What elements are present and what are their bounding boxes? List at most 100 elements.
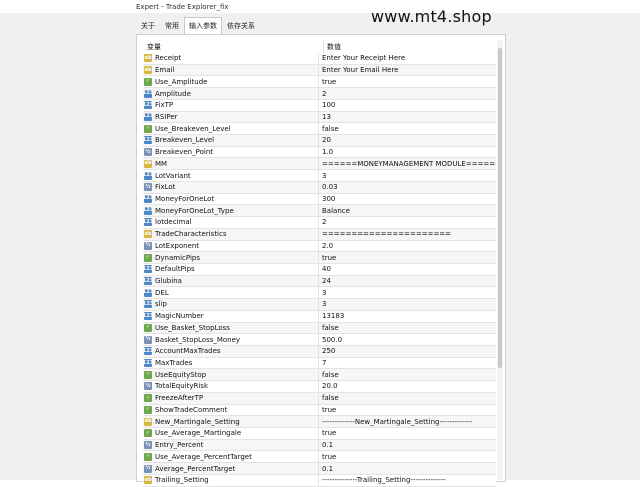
parameter-name: DynamicPips [155,253,200,262]
parameter-value[interactable]: 3 [319,287,496,298]
parameter-value[interactable]: 3 [319,299,496,310]
parameter-name-cell: 123 DefaultPips [143,263,319,275]
table-row[interactable]: 123 MoneyForOneLot 300 [143,193,496,206]
table-row[interactable]: ½ FixLot 0.03 [143,181,496,194]
parameter-value[interactable]: -------------New_Martingale_Setting-----… [319,416,496,427]
table-row[interactable]: ab Trailing_Setting --------------Trailing… [143,474,496,487]
table-row[interactable]: ½ Breakeven_Point 1.0 [143,146,496,159]
parameter-name: Breakeven_Point [155,148,213,157]
table-row[interactable]: ab New_Martingale_Setting -------------New… [143,416,496,428]
table-row[interactable]: ½ TotalEquityRisk 20.0 [143,381,496,393]
table-row[interactable]: ab Email Enter Your Email Here [143,64,496,77]
table-row[interactable]: 123 MaxTrades 7 [143,357,496,370]
parameter-name: UseEquityStop [155,370,207,379]
table-row[interactable]: ab Receipt Enter Your Receipt Here [143,53,496,65]
parameter-name-cell: 123 MoneyForOneLot [143,193,319,205]
table-row[interactable]: 123 MagicNumber 13183 [143,310,496,323]
parameter-value[interactable]: false [319,323,496,334]
parameter-value[interactable]: true [319,405,496,416]
parameter-value[interactable]: 20 [319,135,496,146]
parameter-name: FreezeAfterTP [155,394,204,403]
table-row[interactable]: ✓ Use_Average_Martingale true [143,428,496,440]
parameter-value[interactable]: 1.0 [319,147,496,158]
column-header-variable[interactable]: 变量 [143,40,324,53]
parameter-name-cell: ✓ Use_Amplitude [143,76,319,88]
table-row[interactable]: 123 slip 3 [143,299,496,311]
table-row[interactable]: ab MM ======MONEYMANAGEMENT MODULE====== [143,158,496,171]
table-row[interactable]: ½ Average_PercentTarget 0.1 [143,463,496,475]
parameter-value[interactable]: Enter Your Receipt Here [319,53,496,64]
table-row[interactable]: 123 DefaultPips 40 [143,263,496,276]
parameter-value[interactable]: 40 [319,264,496,275]
parameter-value[interactable]: ======MONEYMANAGEMENT MODULE====== [319,158,496,169]
parameter-value[interactable]: 2 [319,88,496,99]
parameter-value[interactable]: 13183 [319,311,496,322]
parameter-value[interactable]: true [319,252,496,263]
double-type-icon: ½ [144,148,152,157]
string-type-icon: ab [144,54,152,63]
parameter-value[interactable]: true [319,451,496,462]
table-row[interactable]: 123 lotdecimal 2 [143,217,496,229]
parameter-value[interactable]: true [319,428,496,439]
table-row[interactable]: 123 Amplitude 2 [143,88,496,100]
table-row[interactable]: ✓ UseEquityStop false [143,369,496,382]
parameter-name-cell: 123 Amplitude [143,88,319,99]
parameter-name-cell: ab Email [143,64,319,76]
parameter-name: MM [155,159,168,168]
parameter-value[interactable]: false [319,393,496,404]
table-row[interactable]: ✓ Use_Breakeven_Level false [143,123,496,136]
parameter-value[interactable]: 24 [319,276,496,287]
parameter-value[interactable]: Enter Your Email Here [319,65,496,76]
table-row[interactable]: ✓ Use_Amplitude true [143,76,496,89]
table-row[interactable]: ✓ DynamicPips true [143,252,496,264]
parameter-value[interactable]: 0.1 [319,440,496,451]
parameter-value[interactable]: 0.1 [319,463,496,474]
parameter-value[interactable]: false [319,369,496,380]
column-header-value[interactable]: 数值 [324,40,496,53]
parameter-value[interactable]: 250 [319,346,496,357]
table-row[interactable]: 123 LotVariant 3 [143,170,496,182]
parameter-value[interactable]: 300 [319,194,496,205]
parameter-value[interactable]: false [319,123,496,134]
table-row[interactable]: ab TradeCharacteristics ==================… [143,228,496,241]
parameter-value[interactable]: 500.0 [319,334,496,345]
parameter-name-cell: 123 slip [143,299,319,310]
tab-dependencies[interactable]: 依存关系 [222,18,260,34]
table-row[interactable]: ½ Basket_StopLoss_Money 500.0 [143,334,496,346]
table-row[interactable]: ✓ ShowTradeComment true [143,404,496,417]
table-row[interactable]: ✓ Use_Basket_StopLoss false [143,322,496,335]
parameter-value[interactable]: 3 [319,170,496,181]
table-row[interactable]: 123 FixTP 100 [143,99,496,112]
parameter-value[interactable]: --------------Trailing_Setting----------… [319,475,496,486]
table-row[interactable]: 123 RSIPer 13 [143,111,496,124]
tab-inputs[interactable]: 输入参数 [184,17,222,34]
parameter-value[interactable]: 13 [319,112,496,123]
parameter-value[interactable]: 2.0 [319,241,496,252]
table-row[interactable]: 123 Glubina 24 [143,275,496,288]
table-row[interactable]: ✓ FreezeAfterTP false [143,392,496,405]
parameter-value[interactable]: 20.0 [319,381,496,392]
tab-common[interactable]: 常用 [160,18,184,34]
integer-type-icon: 123 [143,194,154,203]
table-row[interactable]: 123 MoneyForOneLot_Type Balance [143,205,496,218]
parameter-name: New_Martingale_Setting [155,417,240,426]
table-row[interactable]: ½ LotExponent 2.0 [143,240,496,253]
tab-about[interactable]: 关于 [136,18,160,34]
table-row[interactable]: 123 DEL 3 [143,287,496,300]
parameter-value[interactable]: 7 [319,358,496,369]
vertical-scrollbar[interactable] [497,40,503,480]
parameter-value[interactable]: ====================== [319,229,496,240]
scrollbar-thumb[interactable] [498,48,502,368]
table-row[interactable]: 123 AccountMaxTrades 250 [143,345,496,358]
parameter-value[interactable]: 2 [319,217,496,228]
table-row[interactable]: ✓ Use_Average_PercentTarget true [143,451,496,464]
bool-type-icon: ✓ [144,452,152,461]
parameter-value[interactable]: 100 [319,100,496,111]
parameter-value[interactable]: Balance [319,205,496,216]
table-row[interactable]: 123 Breakeven_Level 20 [143,135,496,147]
parameter-value[interactable]: true [319,76,496,87]
table-row[interactable]: ½ Entry_Percent 0.1 [143,439,496,452]
parameter-name-cell: ½ FixLot [143,181,319,193]
parameter-value[interactable]: 0.03 [319,182,496,193]
string-type-icon: ab [144,476,152,485]
